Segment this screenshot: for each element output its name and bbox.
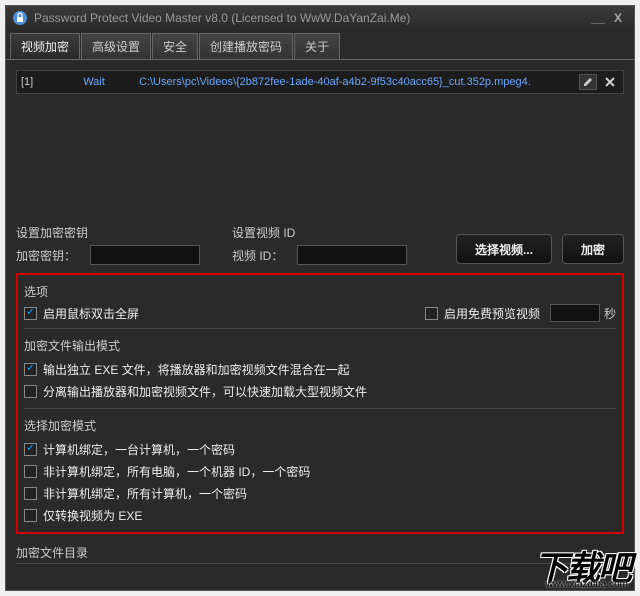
file-index: [1] xyxy=(21,76,49,88)
encrypt-button[interactable]: 加密 xyxy=(562,234,624,264)
mode1-label: 计算机绑定，一台计算机，一个密码 xyxy=(43,441,235,458)
watermark-url: www.xiazaiba.com xyxy=(546,579,628,590)
tab-advanced[interactable]: 高级设置 xyxy=(81,33,151,59)
key-group: 设置加密密钥 加密密钥： xyxy=(16,224,200,269)
tab-security[interactable]: 安全 xyxy=(152,33,198,59)
key-label: 加密密钥： xyxy=(16,247,76,264)
minimize-button[interactable]: __ xyxy=(588,11,608,25)
output-mode-group: 加密文件输出模式 输出独立 EXE 文件，将播放器和加密视频文件混合在一起 分离… xyxy=(24,328,616,402)
chk-mode-computer-bind[interactable] xyxy=(24,443,37,456)
mode4-label: 仅转换视频为 EXE xyxy=(43,507,142,524)
app-window: Password Protect Video Master v8.0 (Lice… xyxy=(5,5,635,591)
videoid-label: 视频 ID： xyxy=(232,247,283,264)
seconds-label: 秒 xyxy=(604,305,616,322)
output-mode-title: 加密文件输出模式 xyxy=(24,337,616,354)
options-row: 启用鼠标双击全屏 启用免费预览视频 秒 xyxy=(24,304,616,322)
app-icon xyxy=(12,10,28,26)
select-video-button[interactable]: 选择视频... xyxy=(456,234,552,264)
chk-output-separate[interactable] xyxy=(24,385,37,398)
options-title: 选项 xyxy=(24,283,616,300)
mode3-label: 非计算机绑定，所有计算机，一个密码 xyxy=(43,485,247,502)
chk-free-preview[interactable] xyxy=(425,307,438,320)
set-videoid-label: 设置视频 ID xyxy=(232,224,407,241)
free-preview-label: 启用免费预览视频 xyxy=(444,305,540,322)
content-pane: [1] Wait C:\Users\pc\Videos\{2b872fee-1a… xyxy=(6,60,634,574)
file-path: C:\Users\pc\Videos\{2b872fee-1ade-40af-a… xyxy=(139,76,575,88)
file-list-row[interactable]: [1] Wait C:\Users\pc\Videos\{2b872fee-1a… xyxy=(16,70,624,94)
edit-icon[interactable] xyxy=(579,74,597,90)
tab-about[interactable]: 关于 xyxy=(294,33,340,59)
remove-icon[interactable] xyxy=(601,74,619,90)
encrypt-mode-title: 选择加密模式 xyxy=(24,417,616,434)
chk-mode-convert-only[interactable] xyxy=(24,509,37,522)
chk-mode-machineid[interactable] xyxy=(24,465,37,478)
file-status: Wait xyxy=(49,76,139,88)
dblclick-label: 启用鼠标双击全屏 xyxy=(43,305,139,322)
tab-strip: 视频加密 高级设置 安全 创建播放密码 关于 xyxy=(6,30,634,60)
chk-output-single-exe[interactable] xyxy=(24,363,37,376)
set-key-label: 设置加密密钥 xyxy=(16,224,200,241)
key-input[interactable] xyxy=(90,245,200,265)
close-button[interactable]: X xyxy=(608,11,628,25)
highlighted-options: 选项 启用鼠标双击全屏 启用免费预览视频 秒 加密文件输出模式 输出独立 EXE xyxy=(16,273,624,534)
divider xyxy=(16,563,624,564)
key-video-row: 设置加密密钥 加密密钥： 设置视频 ID 视频 ID： 选择视频... 加密 xyxy=(16,224,624,269)
encrypt-mode-group: 选择加密模式 计算机绑定，一台计算机，一个密码 非计算机绑定，所有电脑，一个机器… xyxy=(24,408,616,526)
output-dir-label: 加密文件目录 xyxy=(16,544,624,561)
preview-seconds-input[interactable] xyxy=(550,304,600,322)
videoid-group: 设置视频 ID 视频 ID： xyxy=(232,224,407,269)
chk-dblclick-fullscreen[interactable] xyxy=(24,307,37,320)
videoid-input[interactable] xyxy=(297,245,407,265)
chk-mode-all-one-pw[interactable] xyxy=(24,487,37,500)
tab-create-play-pw[interactable]: 创建播放密码 xyxy=(199,33,293,59)
action-buttons: 选择视频... 加密 xyxy=(456,224,624,264)
mode2-label: 非计算机绑定，所有电脑，一个机器 ID，一个密码 xyxy=(43,463,310,480)
tab-video-encrypt[interactable]: 视频加密 xyxy=(10,33,80,59)
window-title: Password Protect Video Master v8.0 (Lice… xyxy=(34,11,588,25)
output-opt2: 分离输出播放器和加密视频文件，可以快速加载大型视频文件 xyxy=(43,383,367,400)
output-opt1: 输出独立 EXE 文件，将播放器和加密视频文件混合在一起 xyxy=(43,361,350,378)
title-bar: Password Protect Video Master v8.0 (Lice… xyxy=(6,6,634,30)
